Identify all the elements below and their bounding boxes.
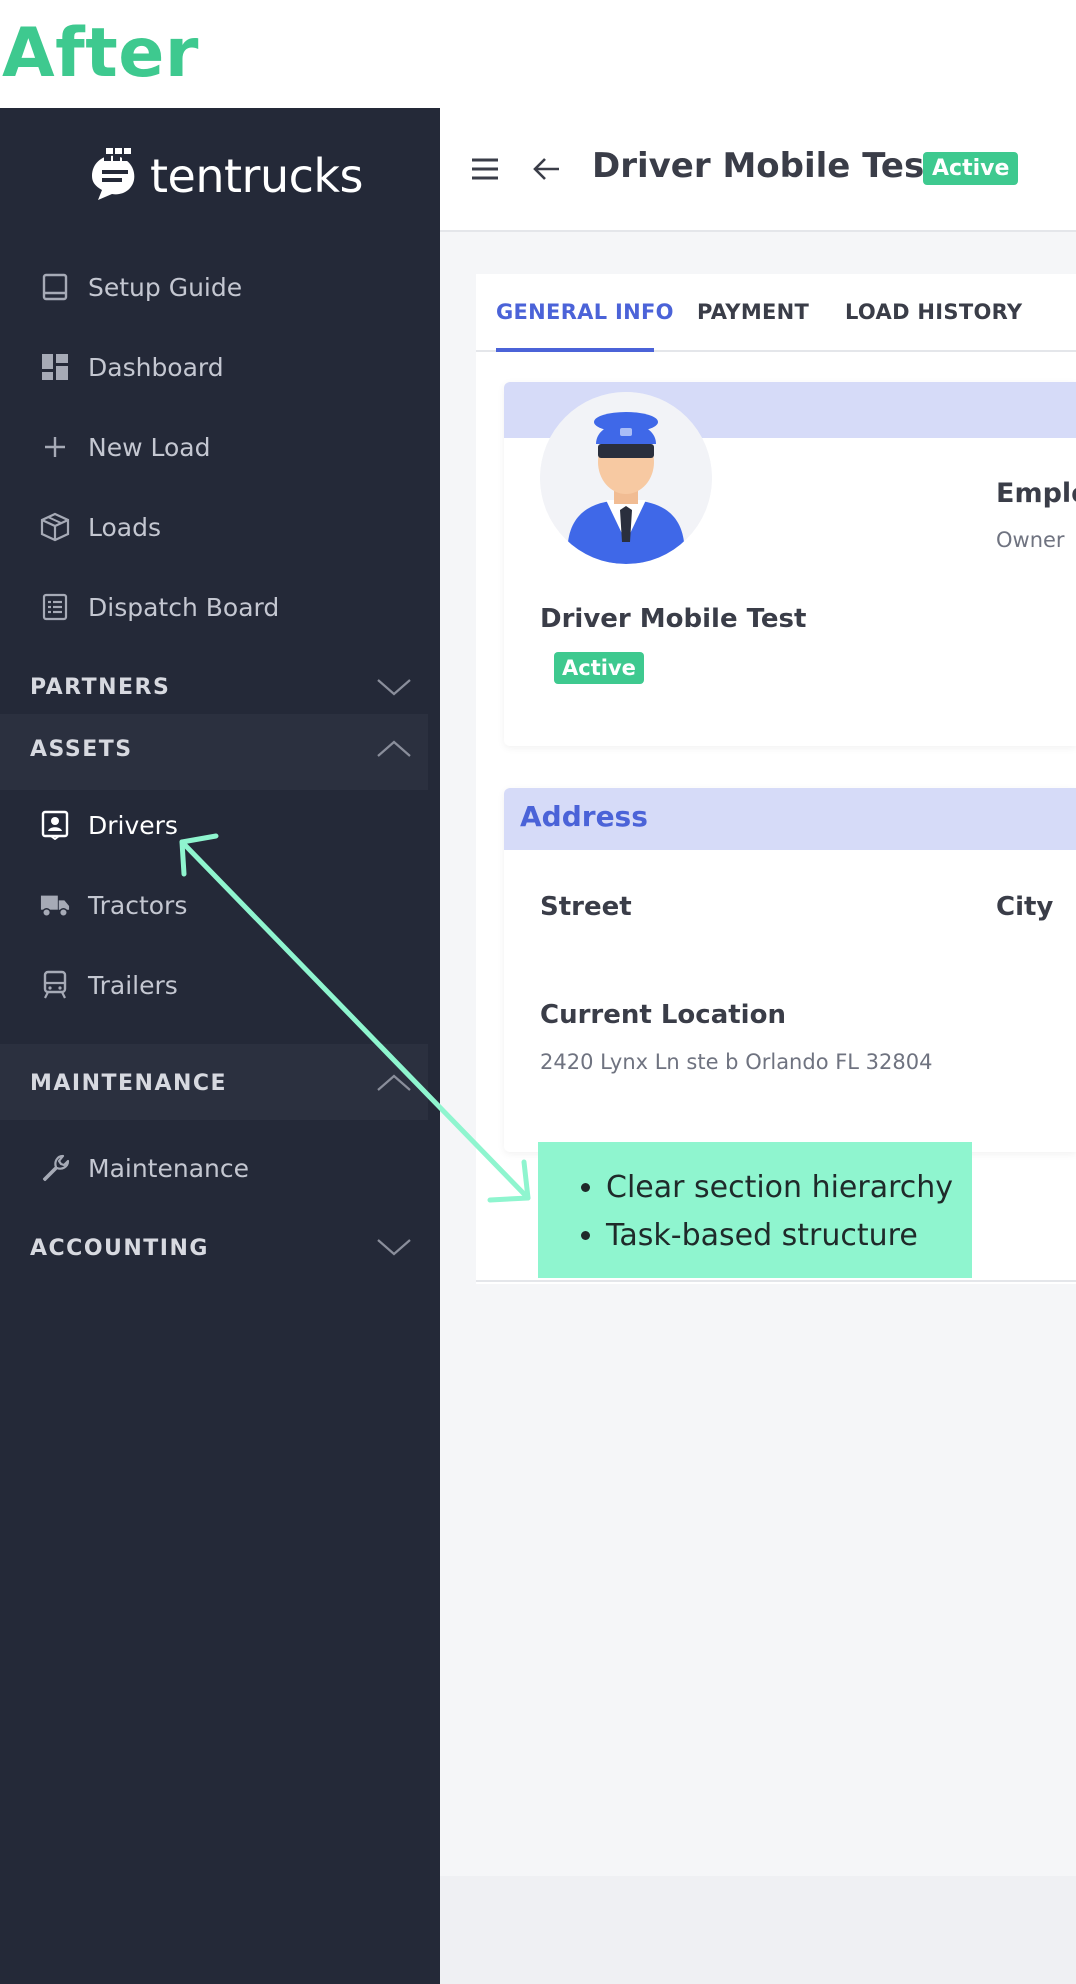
sidebar-item-maintenance[interactable]: Maintenance bbox=[40, 1148, 249, 1188]
sidebar-item-trailers[interactable]: Trailers bbox=[40, 965, 178, 1005]
active-tab-indicator bbox=[496, 348, 654, 352]
driver-status-badge: Active bbox=[554, 652, 644, 684]
sidebar-item-label: Tractors bbox=[88, 890, 188, 920]
truck-logo-icon bbox=[86, 146, 142, 207]
sidebar-item-label: Drivers bbox=[88, 810, 178, 840]
chevron-up-icon[interactable] bbox=[376, 738, 412, 760]
chevron-down-icon[interactable] bbox=[376, 1236, 412, 1258]
content-panel: GENERAL INFO PAYMENT LOAD HISTORY Driver… bbox=[476, 274, 1076, 1882]
sidebar-item-loads[interactable]: Loads bbox=[40, 507, 161, 547]
status-badge: Active bbox=[923, 152, 1019, 185]
callout-bullet: Task-based structure bbox=[606, 1212, 972, 1260]
page-label: After bbox=[2, 14, 199, 93]
truck-icon bbox=[40, 890, 70, 920]
book-icon bbox=[40, 272, 70, 302]
sidebar-item-label: New Load bbox=[88, 432, 211, 462]
page-title: Driver Mobile Test bbox=[592, 146, 941, 186]
sidebar-item-dashboard[interactable]: Dashboard bbox=[40, 347, 224, 387]
plus-icon bbox=[40, 432, 70, 462]
sidebar-item-label: Trailers bbox=[88, 970, 178, 1000]
sidebar-item-label: Dispatch Board bbox=[88, 592, 280, 622]
profile-card: Driver Mobile Test Active Emplo Owner bbox=[504, 382, 1076, 746]
sidebar-item-new-load[interactable]: New Load bbox=[40, 427, 210, 467]
address-card: Address Street City Current Location 242… bbox=[504, 788, 1076, 1152]
current-location-value: 2420 Lynx Ln ste b Orlando FL 32804 bbox=[540, 1050, 933, 1074]
sidebar: tentrucks Setup Guide Dashboard New Load… bbox=[0, 108, 440, 1984]
back-arrow-icon[interactable] bbox=[532, 156, 562, 182]
tab-payment[interactable]: PAYMENT bbox=[697, 300, 809, 324]
trailer-icon bbox=[40, 970, 70, 1000]
city-label: City bbox=[996, 892, 1054, 922]
employment-label: Emplo bbox=[996, 478, 1076, 509]
tab-general-info[interactable]: GENERAL INFO bbox=[496, 300, 674, 324]
box-icon bbox=[40, 512, 70, 542]
main-area: Driver Mobile Test Active GENERAL INFO P… bbox=[440, 108, 1076, 1984]
sidebar-item-label: Loads bbox=[88, 512, 161, 542]
brand-name: tentrucks bbox=[150, 149, 364, 203]
list-board-icon bbox=[40, 592, 70, 622]
sidebar-item-label: Maintenance bbox=[88, 1153, 249, 1183]
callout-bullet: Clear section hierarchy bbox=[606, 1164, 972, 1212]
bottom-strip bbox=[440, 1876, 1076, 1984]
dashboard-grid-icon bbox=[40, 352, 70, 382]
sidebar-item-tractors[interactable]: Tractors bbox=[40, 885, 187, 925]
sidebar-item-setup-guide[interactable]: Setup Guide bbox=[40, 267, 242, 307]
section-partners[interactable]: PARTNERS bbox=[30, 670, 170, 704]
content-divider bbox=[476, 1280, 1076, 1282]
tab-load-history[interactable]: LOAD HISTORY bbox=[845, 300, 1022, 324]
sidebar-item-label: Dashboard bbox=[88, 352, 224, 382]
driver-avatar bbox=[540, 392, 712, 564]
tab-bar: GENERAL INFO PAYMENT LOAD HISTORY bbox=[476, 274, 1076, 352]
employment-value: Owner bbox=[996, 528, 1065, 552]
section-accounting[interactable]: ACCOUNTING bbox=[30, 1231, 209, 1265]
annotation-callout: Clear section hierarchy Task-based struc… bbox=[538, 1142, 972, 1278]
sidebar-item-label: Setup Guide bbox=[88, 272, 243, 302]
driver-name: Driver Mobile Test bbox=[540, 604, 807, 634]
hamburger-menu-icon[interactable] bbox=[470, 156, 500, 182]
address-title: Address bbox=[520, 800, 648, 833]
driver-badge-icon bbox=[40, 810, 70, 840]
address-card-header: Address bbox=[504, 788, 1076, 850]
current-location-label: Current Location bbox=[540, 1000, 786, 1030]
brand-logo[interactable]: tentrucks bbox=[86, 146, 364, 207]
sidebar-item-dispatch-board[interactable]: Dispatch Board bbox=[40, 587, 279, 627]
wrench-icon bbox=[40, 1153, 70, 1183]
sidebar-item-drivers[interactable]: Drivers bbox=[40, 805, 178, 845]
section-assets[interactable]: ASSETS bbox=[30, 732, 133, 766]
chevron-down-icon[interactable] bbox=[376, 676, 412, 698]
chevron-up-icon[interactable] bbox=[376, 1072, 412, 1094]
section-maintenance[interactable]: MAINTENANCE bbox=[30, 1066, 227, 1100]
topbar: Driver Mobile Test Active bbox=[440, 108, 1076, 232]
street-label: Street bbox=[540, 892, 632, 922]
